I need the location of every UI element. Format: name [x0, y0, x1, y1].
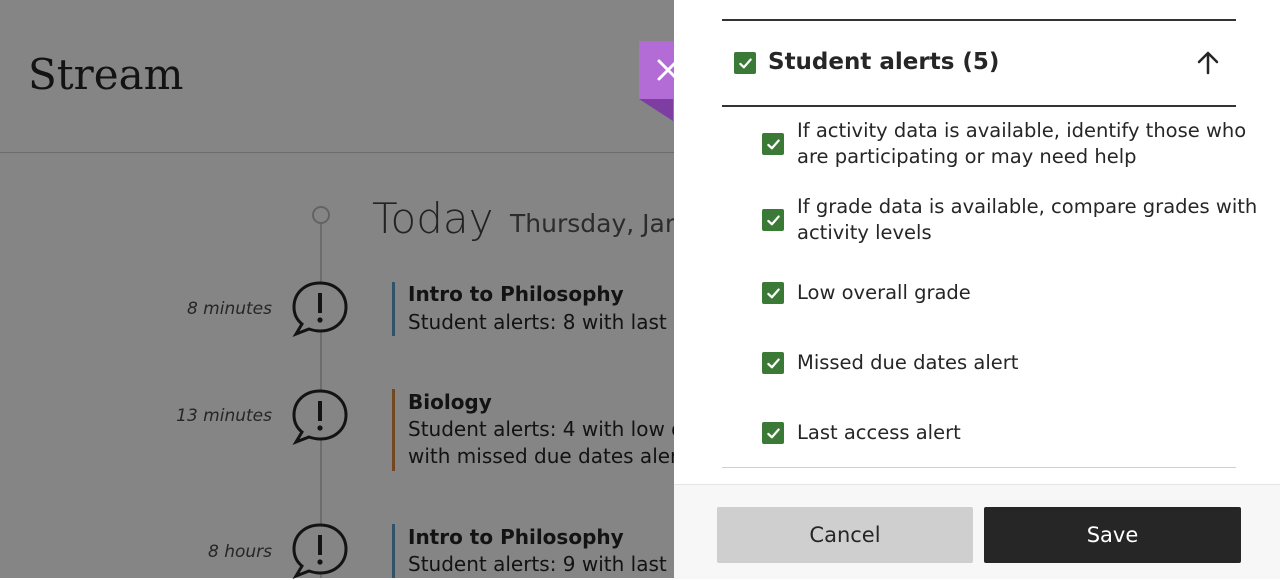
checkmark-icon: [738, 57, 752, 68]
option-label: Low overall grade: [797, 281, 971, 304]
option-checkbox[interactable]: [762, 209, 784, 231]
option-label: activity levels: [797, 221, 932, 244]
checkmark-icon: [766, 287, 780, 298]
checkmark-icon: [766, 357, 780, 368]
option-checkbox[interactable]: [762, 422, 784, 444]
option-label: Last access alert: [797, 421, 961, 444]
save-button[interactable]: Save: [984, 507, 1241, 563]
option-label: If activity data is available, identify …: [797, 119, 1247, 142]
student-alerts-section-header[interactable]: Student alerts (5): [722, 21, 1236, 107]
arrow-up-icon[interactable]: [1194, 49, 1222, 77]
checkmark-icon: [766, 214, 780, 225]
option-label: are participating or may need help: [797, 145, 1137, 168]
alert-settings-panel: Student alerts (5) If activity data is a…: [674, 0, 1280, 579]
section-title: Student alerts (5): [768, 49, 1000, 75]
checkmark-icon: [766, 427, 780, 438]
option-checkbox[interactable]: [762, 282, 784, 304]
option-label: If grade data is available, compare grad…: [797, 195, 1258, 218]
panel-footer: Cancel Save: [674, 484, 1280, 579]
close-tab-fold: [639, 99, 673, 121]
option-label: Missed due dates alert: [797, 351, 1019, 374]
modal-backdrop[interactable]: [0, 0, 674, 578]
option-checkbox[interactable]: [762, 133, 784, 155]
divider: [722, 467, 1236, 468]
checkmark-icon: [766, 138, 780, 149]
student-alerts-checkbox[interactable]: [734, 52, 756, 74]
option-checkbox[interactable]: [762, 352, 784, 374]
cancel-button[interactable]: Cancel: [717, 507, 973, 563]
